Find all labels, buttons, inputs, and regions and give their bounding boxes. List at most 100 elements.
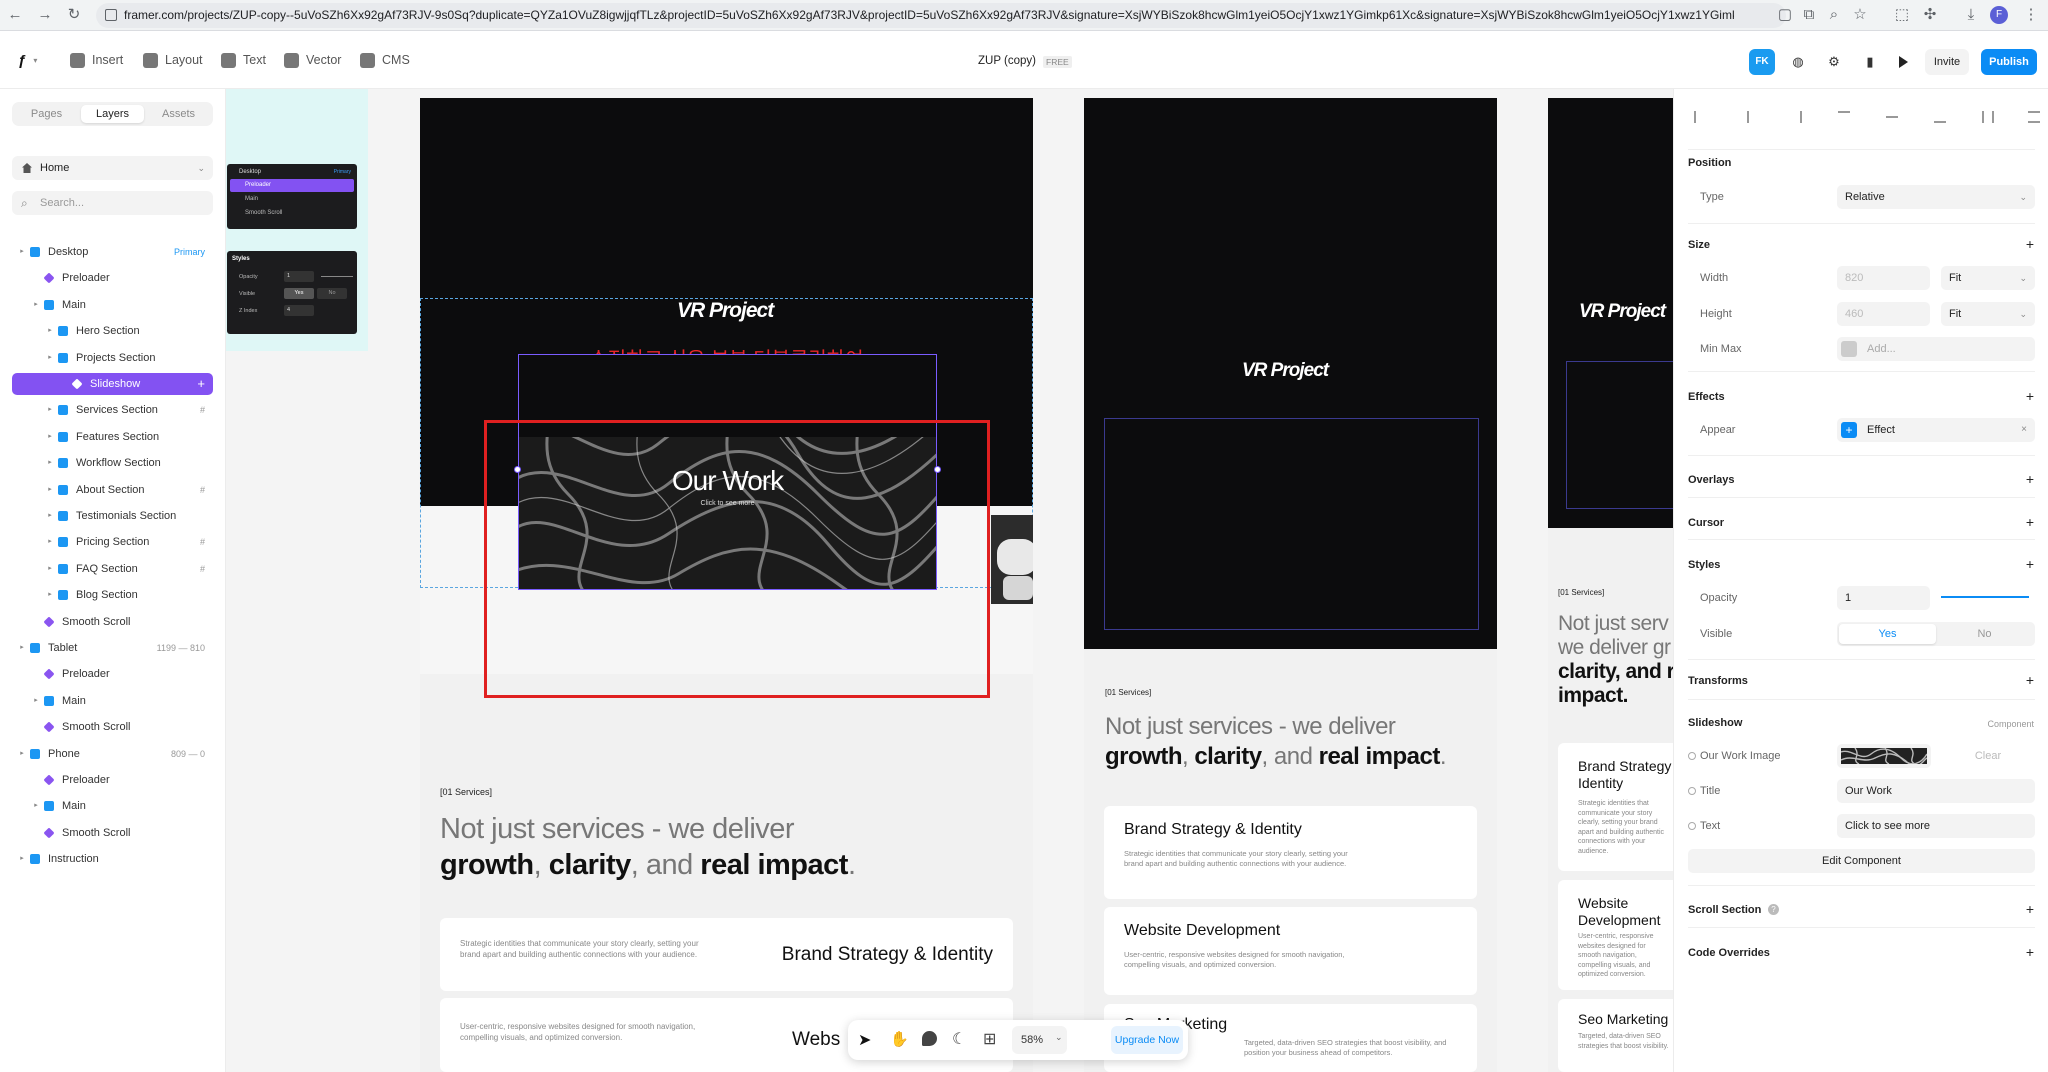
layer-item[interactable]: ▸ Services Section # xyxy=(12,399,213,421)
download-icon[interactable]: ⤓ xyxy=(1962,6,1980,24)
page-select[interactable]: Home ⌄ xyxy=(12,156,213,180)
play-icon[interactable] xyxy=(1899,56,1908,68)
layer-item[interactable]: ▸ About Section # xyxy=(12,479,213,501)
puzzle-icon[interactable]: ✣ xyxy=(1921,6,1939,24)
expand-caret-icon[interactable]: ▸ xyxy=(18,848,26,870)
layer-item[interactable]: ▸ Testimonials Section xyxy=(12,505,213,527)
distribute-horizontal-icon[interactable] xyxy=(1982,111,1994,123)
expand-caret-icon[interactable]: ▸ xyxy=(32,795,40,817)
layer-item[interactable]: Preloader xyxy=(12,663,213,685)
align-middle-icon[interactable] xyxy=(1886,116,1898,118)
layer-item[interactable]: Preloader xyxy=(12,267,213,289)
layer-item[interactable]: Preloader xyxy=(12,769,213,791)
layer-item[interactable]: ▸ Main xyxy=(12,795,213,817)
expand-caret-icon[interactable]: ▸ xyxy=(46,558,54,580)
upgrade-now-button[interactable]: Upgrade Now xyxy=(1111,1026,1183,1054)
expand-caret-icon[interactable]: ▸ xyxy=(32,690,40,712)
height-mode-select[interactable]: Fit ⌄ xyxy=(1941,302,2035,326)
star-icon[interactable]: ☆ xyxy=(1851,6,1869,24)
layer-item[interactable]: ▸ Projects Section xyxy=(12,347,213,369)
instruction-styles-thumbnail[interactable]: Styles Opacity 1 Visible Yes No Z Index … xyxy=(227,251,357,334)
invite-button[interactable]: Invite xyxy=(1925,49,1969,75)
code-overrides-add-icon[interactable]: + xyxy=(2026,944,2034,960)
expand-caret-icon[interactable]: ▸ xyxy=(46,452,54,474)
remove-effect-icon[interactable]: × xyxy=(2021,418,2027,442)
width-input[interactable]: 820 xyxy=(1837,266,1930,290)
layer-item[interactable]: ▸ Blog Section xyxy=(12,584,213,606)
layer-item[interactable]: Smooth Scroll xyxy=(12,822,213,844)
text-prop-input[interactable]: Click to see more xyxy=(1837,814,2035,838)
back-icon[interactable]: ← xyxy=(6,6,24,24)
layer-item[interactable]: ▸ Main xyxy=(12,294,213,316)
expand-caret-icon[interactable]: ▸ xyxy=(46,479,54,501)
cast-icon[interactable]: ⧉ xyxy=(1800,6,1818,24)
overlays-add-icon[interactable]: + xyxy=(2026,471,2034,487)
height-input[interactable]: 460 xyxy=(1837,302,1930,326)
tab-pages[interactable]: Pages xyxy=(15,105,78,123)
layer-item[interactable]: Smooth Scroll xyxy=(12,611,213,633)
project-title[interactable]: ZUP (copy) xyxy=(978,55,1036,67)
width-mode-select[interactable]: Fit ⌄ xyxy=(1941,266,2035,290)
comment-icon[interactable] xyxy=(922,1031,937,1046)
analytics-icon[interactable]: ▮ xyxy=(1857,49,1883,75)
tablet-card-web[interactable]: Website Development User-centric, respon… xyxy=(1104,907,1477,995)
desktop-frame[interactable]: VR Project 수정하고 싶은 부분 더블클릭하여 어떻게 구성된 것인지… xyxy=(420,98,1033,1072)
expand-caret-icon[interactable]: ▸ xyxy=(46,320,54,342)
expand-caret-icon[interactable]: ▸ xyxy=(32,294,40,316)
layer-item[interactable]: ▸ Hero Section xyxy=(12,320,213,342)
align-top-icon[interactable] xyxy=(1838,111,1850,123)
expand-caret-icon[interactable]: ▸ xyxy=(46,584,54,606)
layer-item[interactable]: ▸ Desktop Primary xyxy=(12,241,213,263)
globe-icon[interactable]: ◍ xyxy=(1785,49,1811,75)
framer-menu-button[interactable]: ƒ ▾ xyxy=(18,51,37,69)
insert-button[interactable]: Insert xyxy=(70,51,123,69)
cursor-add-icon[interactable]: + xyxy=(2026,514,2034,530)
address-bar[interactable]: framer.com/projects/ZUP-copy--5uVoSZh6Xx… xyxy=(96,3,1786,28)
hand-tool-icon[interactable]: ✋ xyxy=(890,1030,909,1048)
profile-avatar[interactable]: F xyxy=(1990,6,2008,24)
forward-icon[interactable]: → xyxy=(36,6,54,24)
instruction-layers-thumbnail[interactable]: Desktop Primary Preloader Main Smooth Sc… xyxy=(227,164,357,229)
service-card-brand[interactable]: Strategic identities that communicate yo… xyxy=(440,918,1013,991)
layer-item[interactable]: ▸ Workflow Section xyxy=(12,452,213,474)
expand-caret-icon[interactable]: ▸ xyxy=(46,347,54,369)
expand-caret-icon[interactable]: ▸ xyxy=(46,399,54,421)
cursor-tool-icon[interactable]: ➤ xyxy=(858,1030,871,1050)
layer-item[interactable]: ▸ Pricing Section # xyxy=(12,531,213,553)
opacity-input[interactable]: 1 xyxy=(1837,586,1930,610)
layer-item[interactable]: ▸ FAQ Section # xyxy=(12,558,213,580)
position-type-select[interactable]: Relative ⌄ xyxy=(1837,185,2035,209)
layer-item[interactable]: ▸ Tablet 1199 — 810 xyxy=(12,637,213,659)
grid-icon[interactable]: ⊞ xyxy=(983,1029,996,1049)
reload-icon[interactable]: ↻ xyxy=(65,6,83,24)
cms-button[interactable]: CMS xyxy=(360,51,410,69)
layout-button[interactable]: Layout xyxy=(143,51,203,69)
layers-search-input[interactable]: ⌕ Search... xyxy=(12,191,213,215)
publish-button[interactable]: Publish xyxy=(1981,49,2037,75)
tablet-card-brand[interactable]: Brand Strategy & Identity Strategic iden… xyxy=(1104,806,1477,899)
zoom-icon[interactable]: ⌕ xyxy=(1825,6,1843,24)
expand-caret-icon[interactable]: ▸ xyxy=(46,426,54,448)
layer-item[interactable]: Slideshow + xyxy=(12,373,213,395)
extension-icon[interactable]: ⬚ xyxy=(1893,6,1911,24)
phone-card-brand[interactable]: Brand Strategy Identity Strategic identit… xyxy=(1558,743,1673,871)
user-avatar[interactable]: FK xyxy=(1749,49,1775,75)
align-left-icon[interactable] xyxy=(1694,111,1706,123)
tablet-frame[interactable]: VR Project [01 Services] Not just servic… xyxy=(1084,98,1497,1072)
info-icon[interactable]: ? xyxy=(1768,904,1779,915)
scroll-add-icon[interactable]: + xyxy=(2026,901,2034,917)
layer-item[interactable]: Smooth Scroll xyxy=(12,716,213,738)
site-info-icon[interactable] xyxy=(105,9,117,21)
appear-effect-field[interactable]: + Effect × xyxy=(1837,418,2035,442)
styles-add-icon[interactable]: + xyxy=(2026,556,2034,572)
menu-icon[interactable]: ⋮ xyxy=(2022,6,2040,24)
opacity-slider[interactable] xyxy=(1941,596,2029,598)
phone-card-web[interactable]: Website Development User-centric, respons… xyxy=(1558,880,1673,990)
url-text[interactable]: framer.com/projects/ZUP-copy--5uVoSZh6Xx… xyxy=(124,8,1734,22)
layer-item[interactable]: ▸ Main xyxy=(12,690,213,712)
visible-no[interactable]: No xyxy=(1936,624,2033,644)
vector-button[interactable]: Vector xyxy=(284,51,341,69)
layer-item[interactable]: ▸ Features Section xyxy=(12,426,213,448)
design-canvas[interactable]: Desktop Primary Preloader Main Smooth Sc… xyxy=(226,89,1673,1072)
expand-caret-icon[interactable]: ▸ xyxy=(18,637,26,659)
